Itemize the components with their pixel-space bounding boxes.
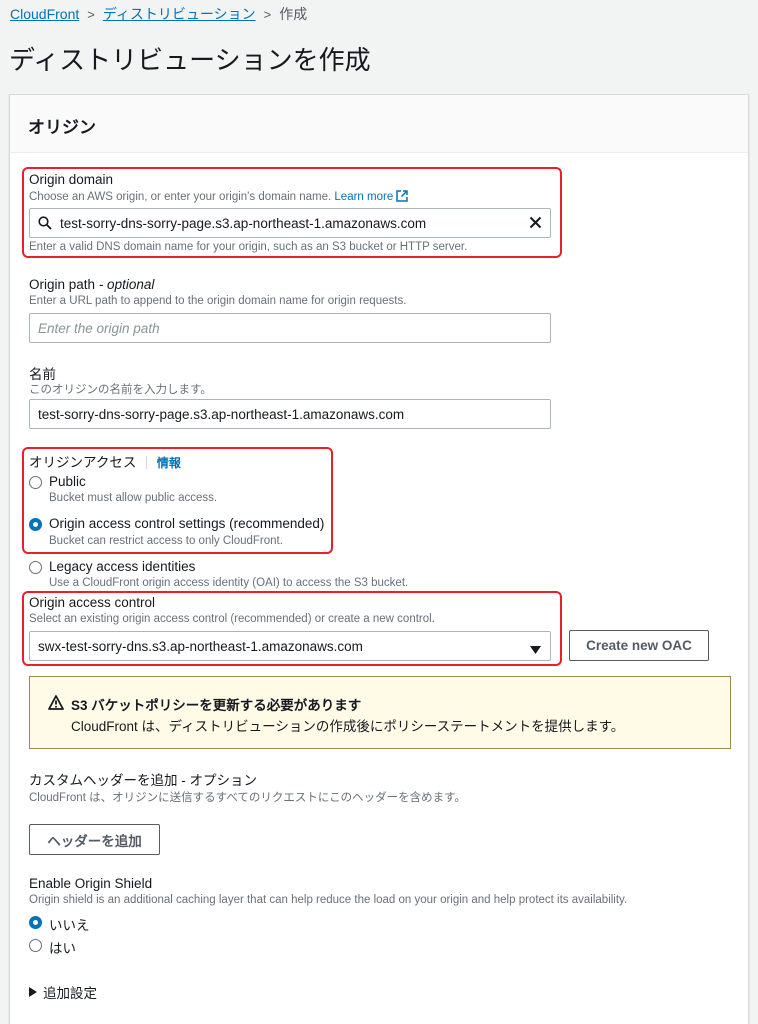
radio-shield-no-label[interactable]: いいえ <box>49 914 90 934</box>
oac-label: Origin access control <box>29 595 156 610</box>
origin-path-placeholder: Enter the origin path <box>38 320 160 336</box>
radio-legacy-label[interactable]: Legacy access identities <box>49 559 195 574</box>
radio-oac-label[interactable]: Origin access control settings (recommen… <box>49 516 324 531</box>
name-description: このオリジンの名前を入力します。 <box>29 384 212 396</box>
origin-access-label-text: オリジンアクセス <box>29 455 137 470</box>
additional-settings-toggle[interactable]: 追加設定 <box>29 982 97 1002</box>
warning-message: CloudFront は、ディストリビューションの作成後にポリシーステートメント… <box>71 719 625 734</box>
origin-domain-description-text: Choose an AWS origin, or enter your orig… <box>29 191 332 203</box>
name-input[interactable]: test-sorry-dns-sorry-page.s3.ap-northeas… <box>29 399 551 429</box>
panel-header: オリジン <box>10 95 748 153</box>
add-header-button[interactable]: ヘッダーを追加 <box>29 824 160 855</box>
origin-domain-hint: Enter a valid DNS domain name for your o… <box>29 241 468 253</box>
warning-title: S3 バケットポリシーを更新する必要があります <box>71 698 362 713</box>
learn-more-link[interactable]: Learn more <box>334 191 393 203</box>
name-label: 名前 <box>29 367 56 382</box>
info-link[interactable]: 情報 <box>157 456 181 470</box>
oac-description: Select an existing origin access control… <box>29 613 435 625</box>
caret-down-icon <box>530 642 541 657</box>
origin-domain-input[interactable]: test-sorry-dns-sorry-page.s3.ap-northeas… <box>29 208 551 238</box>
origin-path-input[interactable]: Enter the origin path <box>29 313 551 343</box>
radio-legacy-oai[interactable] <box>29 561 42 574</box>
origin-shield-description: Origin shield is an additional caching l… <box>29 894 628 906</box>
radio-legacy-description: Use a CloudFront origin access identity … <box>49 577 409 589</box>
warning-alert: S3 バケットポリシーを更新する必要があります CloudFront は、ディス… <box>29 676 731 749</box>
external-link-icon[interactable] <box>396 190 409 205</box>
radio-public-description: Bucket must allow public access. <box>49 492 218 504</box>
custom-headers-description: CloudFront は、オリジンに送信するすべてのリクエストにこのヘッダーを含… <box>29 792 466 804</box>
custom-headers-label: カスタムヘッダーを追加 - オプション <box>29 773 257 788</box>
oac-select[interactable]: swx-test-sorry-dns.s3.ap-northeast-1.ama… <box>29 631 551 661</box>
oac-select-value: swx-test-sorry-dns.s3.ap-northeast-1.ama… <box>38 638 363 654</box>
breadcrumb-cloudfront-link[interactable]: CloudFront <box>10 6 79 22</box>
radio-origin-access-control[interactable] <box>29 518 42 531</box>
origin-domain-description: Choose an AWS origin, or enter your orig… <box>29 190 409 205</box>
clear-icon[interactable] <box>529 216 542 232</box>
origin-path-label-text: Origin path <box>29 277 96 292</box>
search-icon <box>38 216 52 230</box>
origin-panel: オリジン Origin domain Choose an AWS origin,… <box>9 94 749 1024</box>
chevron-right-icon: > <box>87 6 95 22</box>
origin-domain-label: Origin domain <box>29 172 114 187</box>
page-title: ディストリビューションを作成 <box>9 45 371 75</box>
radio-shield-yes-label[interactable]: はい <box>49 937 76 957</box>
radio-public[interactable] <box>29 476 42 489</box>
radio-oac-description: Bucket can restrict access to only Cloud… <box>49 535 283 547</box>
breadcrumb-distributions-link[interactable]: ディストリビューション <box>103 4 256 24</box>
origin-access-label: オリジンアクセス 情報 <box>29 451 181 471</box>
create-new-oac-button[interactable]: Create new OAC <box>569 630 709 661</box>
optional-tag: - optional <box>98 277 155 292</box>
radio-shield-no[interactable] <box>29 916 42 929</box>
radio-public-label[interactable]: Public <box>49 474 86 489</box>
caret-right-icon <box>29 987 37 997</box>
radio-shield-yes[interactable] <box>29 939 42 952</box>
origin-path-label: Origin path - optional <box>29 277 154 292</box>
origin-domain-value: test-sorry-dns-sorry-page.s3.ap-northeas… <box>60 215 427 231</box>
breadcrumb: CloudFront > ディストリビューション > 作成 <box>10 4 307 24</box>
additional-settings-label: 追加設定 <box>43 986 97 1001</box>
chevron-right-icon: > <box>263 6 272 22</box>
origin-path-description: Enter a URL path to append to the origin… <box>29 295 407 307</box>
name-value: test-sorry-dns-sorry-page.s3.ap-northeas… <box>38 406 405 422</box>
divider <box>146 456 148 469</box>
breadcrumb-current: 作成 <box>279 6 308 22</box>
warning-icon <box>48 695 64 715</box>
panel-title: オリジン <box>28 118 96 137</box>
origin-shield-label: Enable Origin Shield <box>29 876 153 891</box>
